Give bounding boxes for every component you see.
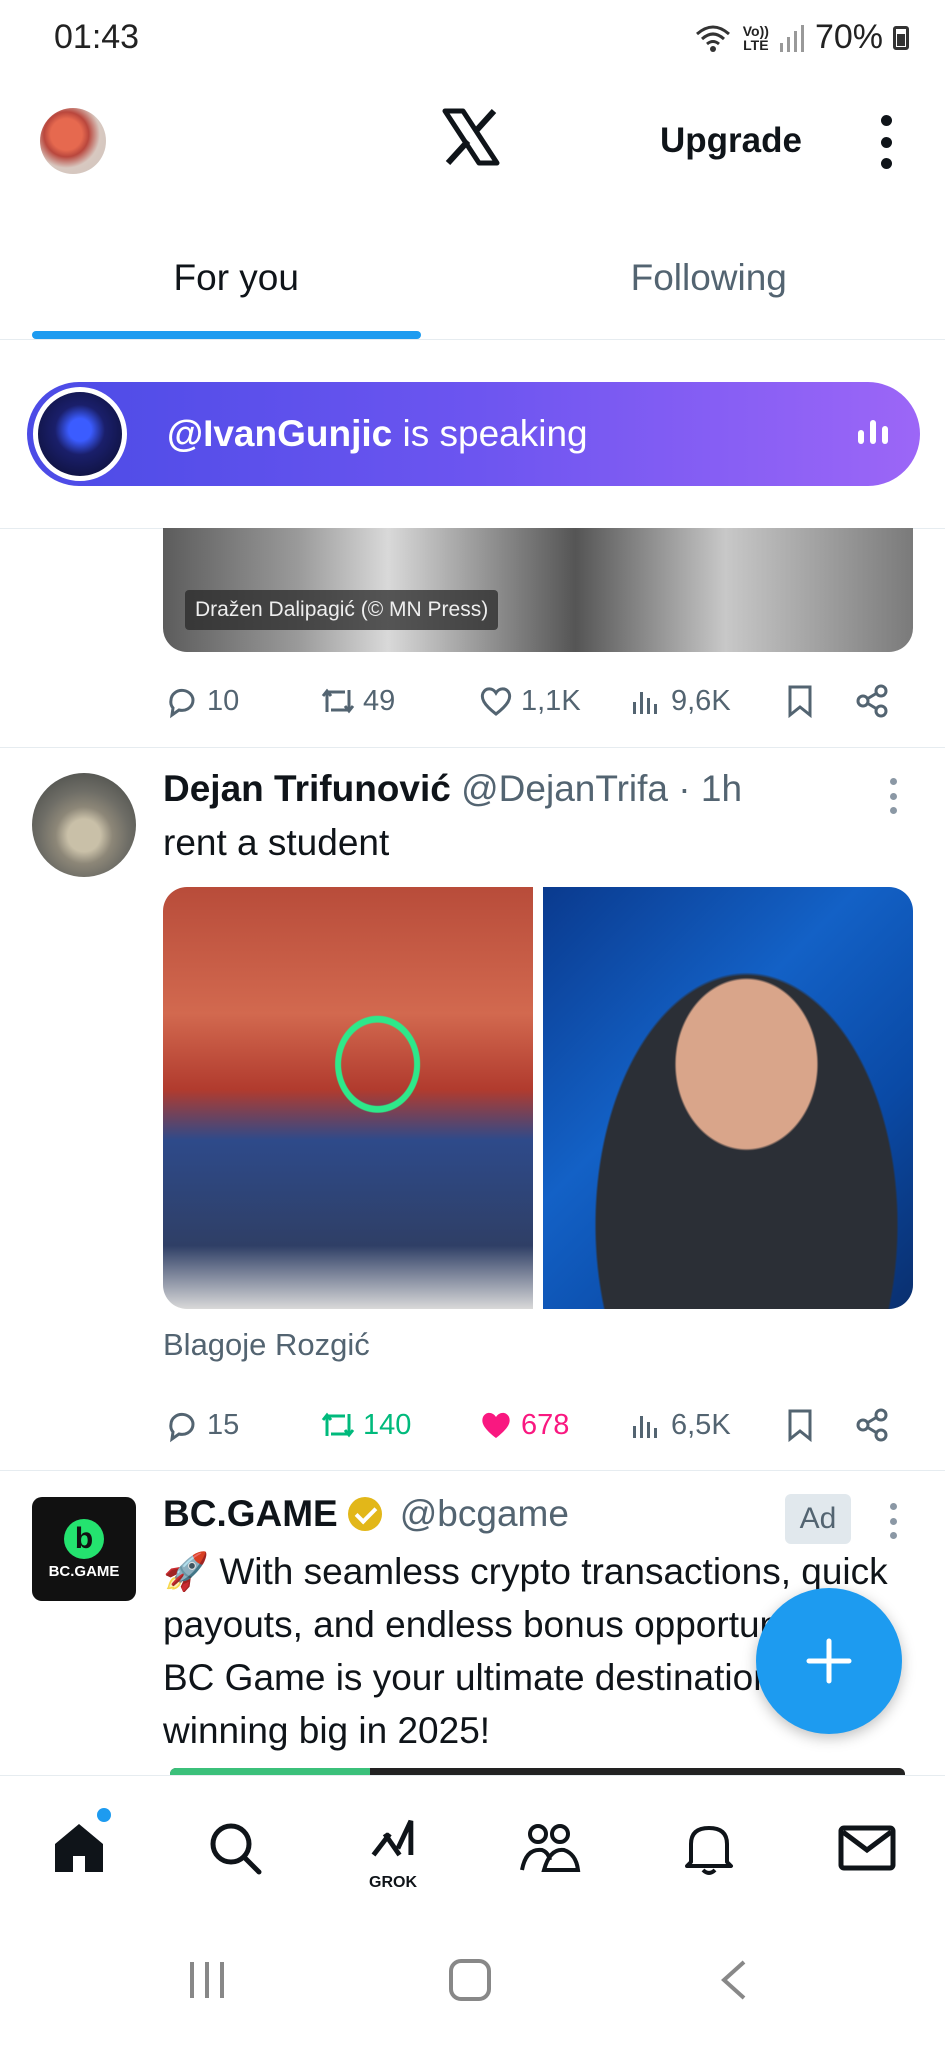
battery-icon <box>893 25 909 50</box>
ad-badge: Ad <box>785 1494 851 1544</box>
top-app-bar: Upgrade <box>0 85 945 200</box>
author-avatar[interactable] <box>32 773 136 877</box>
share-icon <box>856 684 888 718</box>
media-caption: Blagoje Rozgić <box>163 1327 370 1362</box>
system-navigation-bar <box>0 1920 945 2048</box>
bookmark-icon <box>788 685 812 719</box>
heart-icon <box>480 687 512 716</box>
share-button[interactable] <box>853 682 891 720</box>
tweet-actions: 15 140 678 6,5K <box>163 1400 903 1450</box>
status-time: 01:43 <box>54 18 140 56</box>
tweet-photo[interactable] <box>543 887 913 1309</box>
grok-icon <box>371 1819 414 1857</box>
signal-icon <box>779 24 804 52</box>
mail-icon <box>838 1825 896 1871</box>
unread-dot <box>97 1808 111 1822</box>
space-banner-text: @IvanGunjic is speaking <box>167 413 588 454</box>
tweet-header: Dejan Trifunović @DejanTrifa · 1h <box>163 768 742 810</box>
communities-icon <box>520 1824 581 1872</box>
verified-badge-icon <box>347 1497 382 1531</box>
search-icon <box>210 1823 262 1875</box>
bookmark-button[interactable] <box>781 1406 819 1444</box>
bookmark-button[interactable] <box>781 682 819 720</box>
image-credit: Dražen Dalipagić (© MN Press) <box>185 590 499 630</box>
tweet-actions: 10 49 1,1K 9,6K <box>163 676 903 726</box>
retweet-button[interactable]: 140 <box>319 1406 411 1444</box>
tweet-time: · 1h <box>678 768 743 809</box>
tweet-media-grid <box>163 887 913 1309</box>
nav-notifications[interactable] <box>677 1816 741 1880</box>
bell-icon <box>685 1826 733 1875</box>
author-name[interactable]: BC.GAME <box>163 1493 338 1535</box>
views-icon <box>633 692 657 714</box>
more-options-icon[interactable] <box>874 115 898 169</box>
x-logo-icon <box>442 108 500 166</box>
tweet-photo[interactable] <box>163 887 533 1309</box>
home-system-icon[interactable] <box>448 1958 492 2002</box>
tweet-image[interactable]: Dražen Dalipagić (© MN Press) <box>163 528 913 652</box>
nav-home[interactable] <box>47 1808 111 1880</box>
bookmark-icon <box>788 1409 812 1443</box>
grok-label: GROK <box>369 1874 417 1891</box>
nav-messages[interactable] <box>835 1816 899 1880</box>
upgrade-button[interactable]: Upgrade <box>660 121 802 161</box>
reply-button[interactable]: 10 <box>163 682 239 720</box>
divider <box>0 747 945 748</box>
like-button[interactable]: 1,1K <box>477 682 581 720</box>
tweet-header: BC.GAME @bcgame <box>163 1493 569 1535</box>
author-handle[interactable]: @bcgame <box>400 1493 569 1535</box>
bcgame-logo-icon: b <box>64 1518 104 1559</box>
reply-button[interactable]: 15 <box>163 1406 239 1444</box>
advertiser-avatar[interactable]: b BC.GAME <box>32 1497 136 1601</box>
share-button[interactable] <box>853 1406 891 1444</box>
views-button[interactable]: 6,5K <box>627 1406 731 1444</box>
author-handle[interactable]: @DejanTrifa <box>461 768 668 809</box>
live-space-banner[interactable]: @IvanGunjic is speaking <box>27 382 920 486</box>
retweet-icon <box>321 688 355 714</box>
battery-percent: 70% <box>814 18 883 56</box>
bottom-navigation: GROK <box>0 1775 945 1920</box>
audio-bars-icon <box>858 420 888 444</box>
home-icon <box>55 1824 103 1872</box>
retweet-button[interactable]: 49 <box>319 682 395 720</box>
divider <box>0 1470 945 1471</box>
author-name[interactable]: Dejan Trifunović <box>163 768 451 809</box>
heart-icon <box>482 1412 510 1438</box>
views-icon <box>633 1416 657 1438</box>
avatar-brand-text: BC.GAME <box>48 1562 120 1580</box>
tweet-text: rent a student <box>163 822 390 863</box>
views-button[interactable]: 9,6K <box>627 682 731 720</box>
retweet-icon <box>321 1412 355 1438</box>
lte-indicator: Vo)) LTE <box>742 22 769 53</box>
timeline-tabs: For you Following <box>0 235 945 340</box>
nav-search[interactable] <box>203 1816 267 1880</box>
tab-for-you[interactable]: For you <box>0 235 473 339</box>
plus-icon <box>806 1638 852 1684</box>
tweet-more-icon[interactable] <box>888 778 898 814</box>
back-icon[interactable] <box>718 1958 748 2002</box>
share-icon <box>856 1408 888 1442</box>
reply-icon <box>169 1412 195 1443</box>
tab-following[interactable]: Following <box>473 235 945 339</box>
reply-icon <box>169 688 195 719</box>
active-tab-indicator <box>32 331 421 339</box>
nav-communities[interactable] <box>518 1816 582 1880</box>
profile-avatar[interactable] <box>40 108 106 174</box>
space-host-avatar <box>33 387 127 481</box>
compose-post-button[interactable] <box>756 1588 902 1734</box>
recent-apps-icon[interactable] <box>186 1958 228 2002</box>
status-bar: 01:43 Vo)) LTE 70% <box>0 0 945 75</box>
wifi-icon <box>695 25 730 52</box>
tweet-more-icon[interactable] <box>888 1503 898 1539</box>
like-button[interactable]: 678 <box>477 1406 569 1444</box>
nav-grok[interactable]: GROK <box>361 1816 425 1891</box>
